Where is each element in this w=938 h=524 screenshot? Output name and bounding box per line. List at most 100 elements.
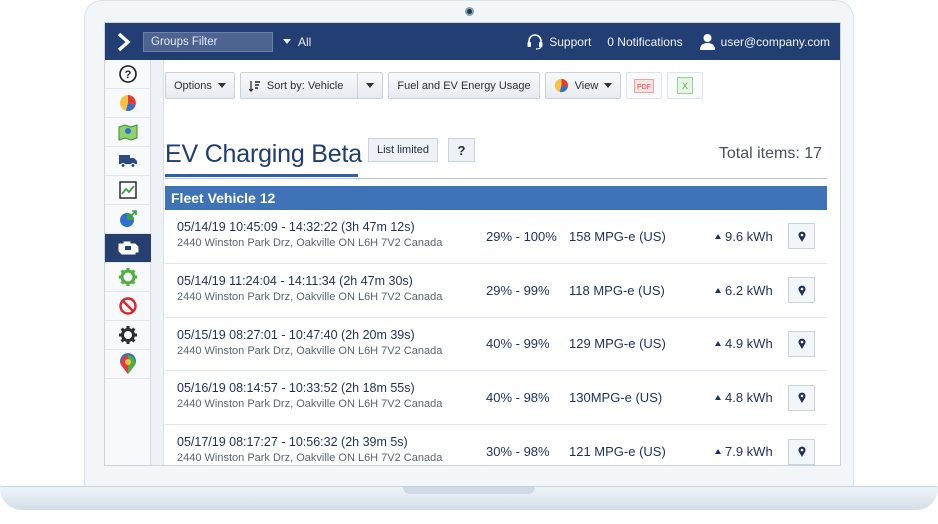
arrow-up-icon xyxy=(715,233,721,239)
report-label: Fuel and EV Energy Usage xyxy=(397,79,531,92)
notifications-label: 0 Notifications xyxy=(607,34,683,49)
marketplace-pin-icon xyxy=(120,353,136,374)
support-link[interactable]: Support xyxy=(526,33,591,50)
sidebar-splitter[interactable] xyxy=(151,60,164,465)
arrow-up-icon xyxy=(715,341,721,347)
list-item[interactable]: 05/15/19 08:27:01 - 10:47:40 (2h 20m 39s… xyxy=(165,318,827,372)
charge-address: 2440 Winston Park Drz, Oakville ON L6H 7… xyxy=(177,344,443,357)
sort-icon xyxy=(248,80,260,92)
pie-chart-icon xyxy=(120,95,136,111)
help-button[interactable]: ? xyxy=(448,138,475,162)
charging-list: 05/14/19 10:45:09 - 14:32:22 (3h 47m 12s… xyxy=(165,210,827,465)
options-button[interactable]: Options xyxy=(165,72,235,99)
pie-chart-icon xyxy=(554,78,568,93)
engine-icon xyxy=(118,241,139,255)
sidebar-item-dashboard[interactable] xyxy=(105,89,151,118)
charge-datetime: 05/15/19 08:27:01 - 10:47:40 (2h 20m 39s… xyxy=(177,327,415,342)
main-content: Options Sort by: Vehicle Fuel and EV Ene… xyxy=(165,60,840,465)
sidebar-item-marketplace[interactable] xyxy=(105,350,151,379)
notifications-link[interactable]: 0 Notifications xyxy=(607,35,682,49)
list-item[interactable]: 05/14/19 11:24:04 - 14:11:34 (2h 47m 30s… xyxy=(165,264,827,318)
sidebar-item-exceptions[interactable] xyxy=(105,292,151,321)
left-sidebar: ? xyxy=(105,60,151,465)
group-header[interactable]: Fleet Vehicle 12 xyxy=(165,186,827,210)
charge-energy: 4.9 kWh xyxy=(725,336,773,352)
sidebar-item-vehicles[interactable] xyxy=(105,147,151,176)
sidebar-item-help[interactable]: ? xyxy=(105,60,151,89)
sort-button[interactable]: Sort by: Vehicle xyxy=(239,72,384,99)
user-email: user@company.com xyxy=(720,34,830,49)
page-title: EV Charging Beta xyxy=(165,140,362,168)
excel-export-button[interactable]: X xyxy=(667,72,704,99)
total-items: Total items: 17 xyxy=(718,145,822,162)
charge-range: 40% - 98% xyxy=(486,390,550,406)
charge-mpg: 118 MPG-e (US) xyxy=(569,282,665,298)
map-icon xyxy=(118,124,138,141)
top-navigation-bar: Groups Filter All Support 0 Notification… xyxy=(105,23,840,60)
dropdown-arrow-icon xyxy=(283,39,291,44)
charge-range: 30% - 98% xyxy=(486,444,550,460)
title-underline xyxy=(165,174,358,177)
user-menu[interactable]: user@company.com xyxy=(699,33,830,50)
svg-text:?: ? xyxy=(125,69,132,81)
logo-chevron-icon[interactable] xyxy=(105,23,143,60)
user-icon xyxy=(699,34,715,50)
pie-arrow-icon xyxy=(120,210,137,227)
arrow-up-icon xyxy=(715,287,721,293)
charge-energy: 7.9 kWh xyxy=(725,444,773,460)
sidebar-item-administration[interactable] xyxy=(105,321,151,350)
list-limited-button[interactable]: List limited xyxy=(368,138,438,162)
sort-main[interactable]: Sort by: Vehicle xyxy=(241,73,351,98)
pdf-export-button[interactable]: PDF xyxy=(626,72,663,99)
no-entry-icon xyxy=(119,297,137,315)
map-pin-icon xyxy=(798,231,805,242)
sidebar-item-engine[interactable] xyxy=(105,205,151,234)
report-button[interactable]: Fuel and EV Energy Usage xyxy=(388,72,540,99)
sort-dropdown[interactable] xyxy=(357,73,382,98)
sidebar-item-rules[interactable] xyxy=(105,263,151,292)
sort-label: Sort by: Vehicle xyxy=(266,79,344,92)
map-pin-button[interactable] xyxy=(788,277,815,304)
charge-energy: 9.6 kWh xyxy=(725,228,773,244)
arrow-up-icon xyxy=(715,449,721,455)
charge-datetime: 05/14/19 10:45:09 - 14:32:22 (3h 47m 12s… xyxy=(177,220,415,234)
charge-energy: 6.2 kWh xyxy=(725,282,773,298)
charge-mpg: 129 MPG-e (US) xyxy=(569,336,666,352)
charge-address: 2440 Winston Park Drz, Oakville ON L6H 7… xyxy=(177,290,443,303)
webcam xyxy=(465,7,474,16)
sidebar-item-map[interactable] xyxy=(105,118,151,147)
map-pin-button[interactable] xyxy=(788,223,815,250)
map-pin-icon xyxy=(798,285,805,296)
map-pin-button[interactable] xyxy=(788,330,815,357)
list-item[interactable]: 05/14/19 10:45:09 - 14:32:22 (3h 47m 12s… xyxy=(165,210,827,264)
header-divider xyxy=(165,178,827,179)
list-item[interactable]: 05/16/19 08:14:57 - 10:33:52 (2h 18m 55s… xyxy=(165,371,827,426)
map-pin-icon xyxy=(798,392,805,404)
charge-range: 29% - 100% xyxy=(486,228,557,244)
options-label: Options xyxy=(174,79,212,92)
map-pin-button[interactable] xyxy=(788,384,815,411)
charge-energy: 4.8 kWh xyxy=(725,390,773,406)
list-item[interactable]: 05/17/19 08:17:27 - 10:56:32 (2h 39m 5s)… xyxy=(165,425,827,465)
groups-dropdown[interactable]: All xyxy=(283,35,311,49)
view-button[interactable]: View xyxy=(544,72,622,99)
groups-dropdown-value: All xyxy=(298,34,312,49)
help-icon: ? xyxy=(119,65,137,83)
charge-datetime: 05/16/19 08:14:57 - 10:33:52 (2h 18m 55s… xyxy=(177,381,415,396)
chevron-down-icon xyxy=(604,83,613,88)
map-pin-button[interactable] xyxy=(788,438,815,465)
charge-address: 2440 Winston Park Drz, Oakville ON L6H 7… xyxy=(177,398,443,411)
app-screen: Groups Filter All Support 0 Notification… xyxy=(104,22,841,466)
gear-green-icon xyxy=(119,268,137,286)
charge-datetime: 05/17/19 08:17:27 - 10:56:32 (2h 39m 5s) xyxy=(177,435,408,450)
support-label: Support xyxy=(549,34,592,49)
groups-filter-input[interactable]: Groups Filter xyxy=(143,31,273,52)
gear-icon xyxy=(119,326,137,344)
charge-mpg: 121 MPG-e (US) xyxy=(569,444,666,460)
sidebar-item-ev-charging[interactable] xyxy=(105,234,151,263)
headset-icon xyxy=(527,34,543,50)
svg-text:PDF: PDF xyxy=(637,84,651,91)
sidebar-item-activity[interactable] xyxy=(105,176,151,205)
view-label: View xyxy=(574,79,599,92)
truck-icon xyxy=(119,155,137,168)
